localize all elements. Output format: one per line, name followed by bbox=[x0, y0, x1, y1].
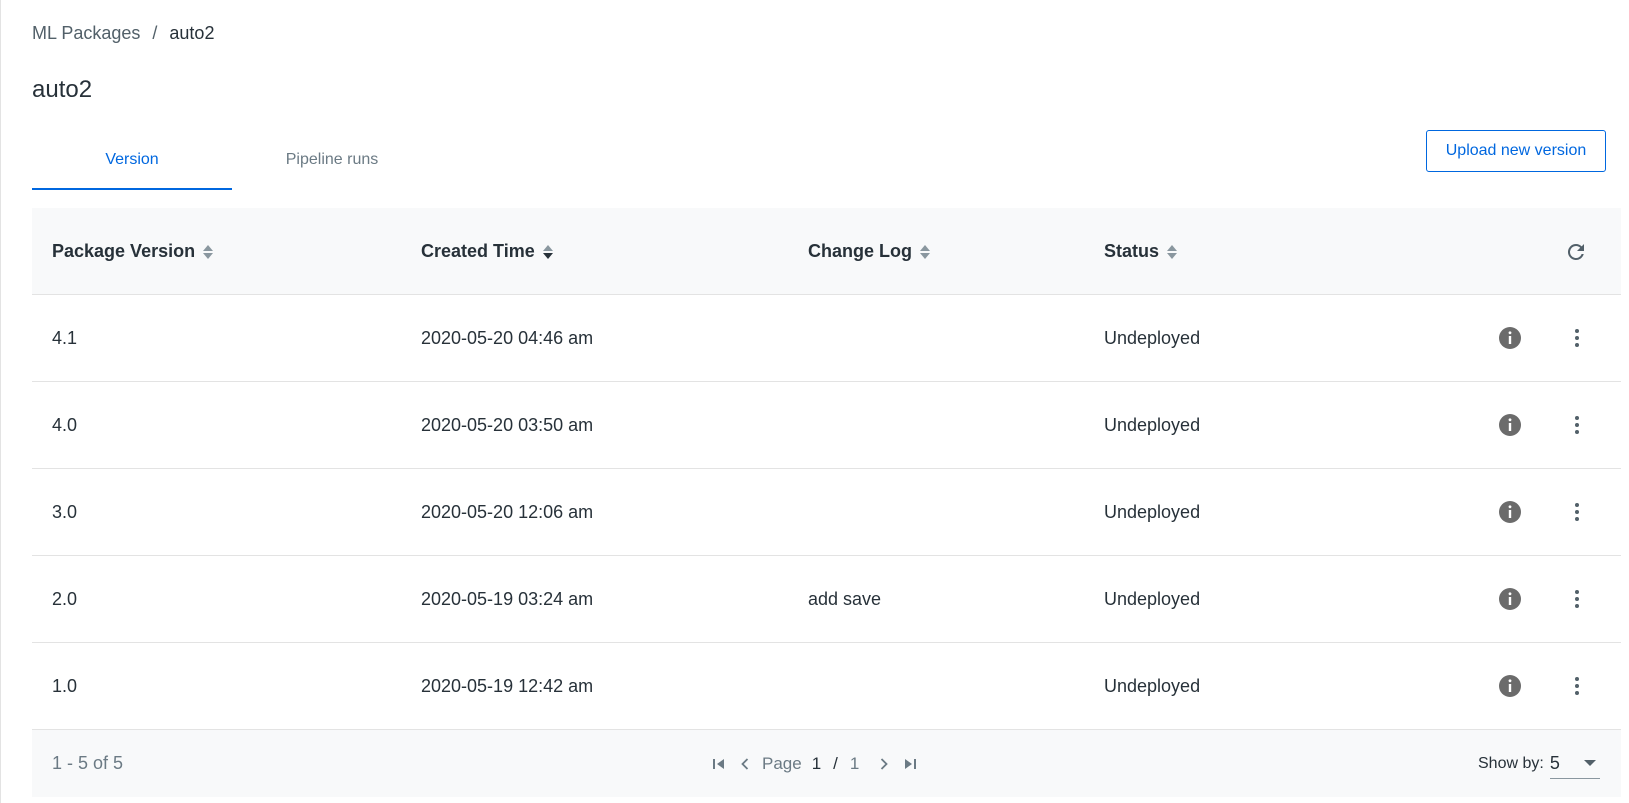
table-header: Package Version Created Time Change Log … bbox=[32, 208, 1621, 295]
page-title: auto2 bbox=[32, 76, 93, 103]
next-page-icon[interactable] bbox=[871, 751, 897, 777]
show-by-label: Show by: bbox=[1478, 754, 1544, 772]
left-border bbox=[0, 0, 1, 803]
chevron-down-icon bbox=[1583, 759, 1596, 766]
cell-status: Undeployed bbox=[1104, 676, 1201, 696]
sort-icon bbox=[920, 244, 930, 259]
cell-change-log: add save bbox=[808, 589, 882, 609]
column-header-created-time[interactable]: Created Time bbox=[421, 208, 553, 295]
first-page-icon[interactable] bbox=[706, 751, 732, 777]
cell-status: Undeployed bbox=[1104, 415, 1201, 435]
tab-version[interactable]: Version bbox=[32, 130, 232, 190]
tab-bar: Version Pipeline runs bbox=[32, 130, 432, 190]
pagination: Page 1 / 1 bbox=[706, 730, 923, 797]
table-row[interactable]: 3.0 2020-05-20 12:06 am Undeployed bbox=[32, 469, 1621, 556]
info-icon[interactable] bbox=[1498, 500, 1522, 524]
cell-version: 1.0 bbox=[52, 676, 78, 696]
cell-created-time: 2020-05-19 12:42 am bbox=[421, 676, 594, 696]
row-range: 1 - 5 of 5 bbox=[52, 753, 124, 773]
column-header-status[interactable]: Status bbox=[1104, 208, 1178, 295]
cell-version: 4.0 bbox=[52, 415, 78, 435]
show-by-value: 5 bbox=[1549, 752, 1560, 773]
last-page-icon[interactable] bbox=[897, 751, 923, 777]
show-by: Show by: 5 bbox=[1478, 730, 1600, 797]
column-label: Status bbox=[1104, 241, 1160, 261]
cell-created-time: 2020-05-20 03:50 am bbox=[421, 415, 594, 435]
cell-created-time: 2020-05-20 12:06 am bbox=[421, 502, 594, 522]
prev-page-icon[interactable] bbox=[732, 751, 758, 777]
sort-icon bbox=[203, 244, 214, 259]
current-page[interactable]: 1 bbox=[812, 754, 821, 774]
column-header-package-version[interactable]: Package Version bbox=[52, 208, 214, 295]
cell-version: 4.1 bbox=[52, 328, 78, 348]
cell-version: 3.0 bbox=[52, 502, 78, 522]
info-icon[interactable] bbox=[1498, 587, 1522, 611]
more-vertical-icon[interactable] bbox=[1565, 587, 1589, 611]
more-vertical-icon[interactable] bbox=[1565, 413, 1589, 437]
column-label: Change Log bbox=[808, 241, 912, 261]
more-vertical-icon[interactable] bbox=[1565, 674, 1589, 698]
show-by-select[interactable]: 5 bbox=[1549, 749, 1600, 779]
tab-pipeline-runs[interactable]: Pipeline runs bbox=[232, 130, 432, 190]
sort-icon bbox=[542, 244, 553, 259]
cell-created-time: 2020-05-19 03:24 am bbox=[421, 589, 594, 609]
column-label: Package Version bbox=[52, 241, 196, 261]
table-row[interactable]: 2.0 2020-05-19 03:24 am add save Undeplo… bbox=[32, 556, 1621, 643]
versions-table: Package Version Created Time Change Log … bbox=[32, 208, 1621, 797]
refresh-icon[interactable] bbox=[1564, 240, 1588, 264]
upload-new-version-button[interactable]: Upload new version bbox=[1426, 130, 1606, 172]
breadcrumb: ML Packages / auto2 bbox=[32, 23, 214, 44]
cell-version: 2.0 bbox=[52, 589, 78, 609]
cell-status: Undeployed bbox=[1104, 502, 1201, 522]
table-row[interactable]: 1.0 2020-05-19 12:42 am Undeployed bbox=[32, 643, 1621, 730]
more-vertical-icon[interactable] bbox=[1565, 500, 1589, 524]
table-footer: 1 - 5 of 5 Page 1 / 1 Show by: 5 bbox=[32, 730, 1621, 797]
column-header-change-log[interactable]: Change Log bbox=[808, 208, 930, 295]
cell-status: Undeployed bbox=[1104, 589, 1201, 609]
more-vertical-icon[interactable] bbox=[1565, 326, 1589, 350]
breadcrumb-separator: / bbox=[152, 23, 158, 43]
info-icon[interactable] bbox=[1498, 674, 1522, 698]
sort-icon bbox=[1167, 244, 1178, 259]
table-row[interactable]: 4.0 2020-05-20 03:50 am Undeployed bbox=[32, 382, 1621, 469]
breadcrumb-current: auto2 bbox=[169, 23, 215, 43]
table-row[interactable]: 4.1 2020-05-20 04:46 am Undeployed bbox=[32, 295, 1621, 382]
cell-created-time: 2020-05-20 04:46 am bbox=[421, 328, 594, 348]
info-icon[interactable] bbox=[1498, 413, 1522, 437]
column-label: Created Time bbox=[421, 241, 535, 261]
total-pages: 1 bbox=[849, 753, 860, 773]
info-icon[interactable] bbox=[1498, 326, 1522, 350]
cell-status: Undeployed bbox=[1104, 328, 1201, 348]
page-label: Page bbox=[762, 753, 802, 773]
page-separator: / bbox=[833, 753, 838, 773]
breadcrumb-ml-packages-link[interactable]: ML Packages bbox=[32, 23, 140, 44]
